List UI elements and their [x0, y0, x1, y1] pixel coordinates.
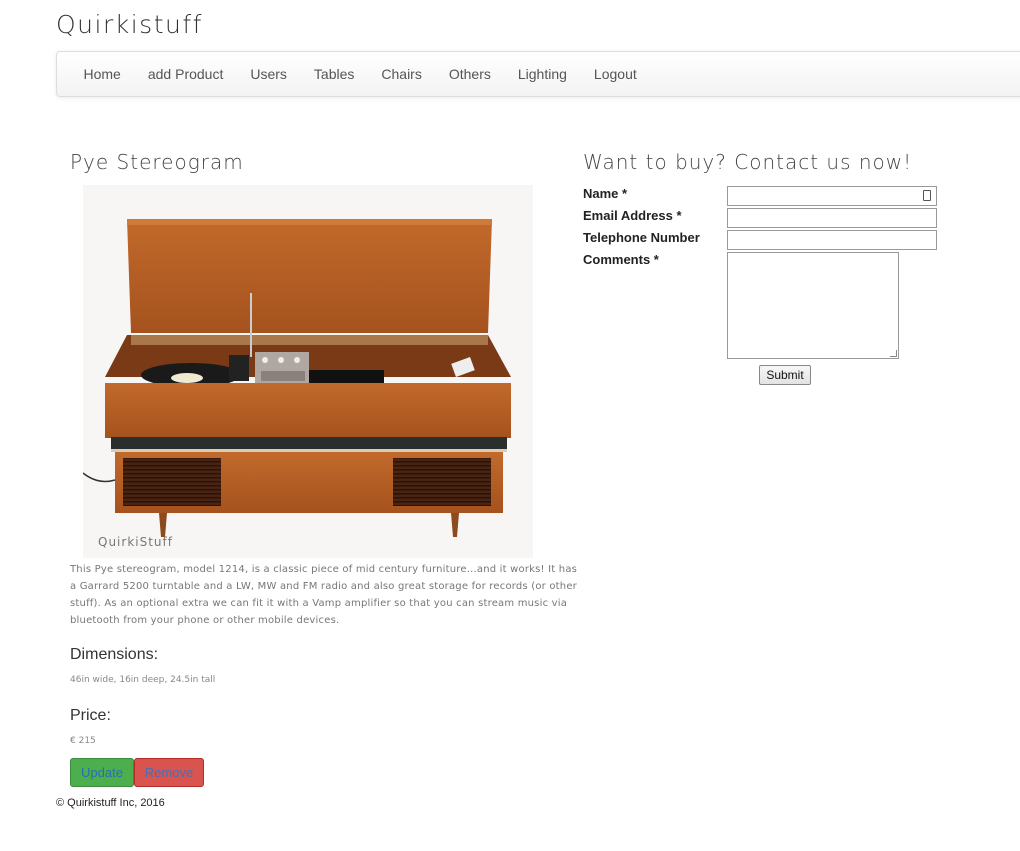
- stereogram-illustration: [83, 185, 533, 558]
- dimensions-heading: Dimensions:: [70, 646, 159, 663]
- nav-chairs[interactable]: Chairs: [368, 66, 435, 82]
- submit-button[interactable]: Submit: [759, 365, 811, 385]
- product-panel: Pye Stereogram QuirkiStuff This Pye ster…: [70, 150, 580, 787]
- product-title: Pye Stereogram: [70, 150, 244, 174]
- update-button[interactable]: Update: [70, 758, 134, 787]
- remove-button[interactable]: Remove: [134, 758, 204, 787]
- dimensions-value: 46in wide, 16in deep, 24.5in tall: [70, 675, 216, 685]
- nav-tables[interactable]: Tables: [300, 66, 367, 82]
- resize-handle-icon[interactable]: [890, 350, 897, 357]
- nav-add-product[interactable]: add Product: [134, 66, 237, 82]
- price-heading: Price:: [70, 707, 111, 724]
- nav-logout[interactable]: Logout: [580, 66, 650, 82]
- contact-form: Want to buy? Contact us now! Name * Emai…: [583, 150, 1013, 385]
- contact-title: Want to buy? Contact us now!: [583, 150, 913, 174]
- image-watermark: QuirkiStuff: [98, 535, 173, 549]
- product-image: QuirkiStuff: [83, 185, 533, 558]
- site-brand[interactable]: Quirkistuff: [56, 10, 203, 39]
- email-field[interactable]: [727, 208, 937, 228]
- product-description: This Pye stereogram, model 1214, is a cl…: [70, 564, 578, 626]
- nav-home[interactable]: Home: [70, 66, 134, 82]
- navbar: Home add Product Users Tables Chairs Oth…: [56, 51, 1020, 97]
- email-label: Email Address *: [583, 208, 682, 223]
- nav-others[interactable]: Others: [435, 66, 504, 82]
- price-value: € 215: [70, 736, 96, 746]
- phone-label: Telephone Number: [583, 230, 700, 245]
- contact-card-icon[interactable]: [923, 190, 931, 201]
- footer-copyright: © Quirkistuff Inc, 2016: [56, 797, 165, 809]
- name-label: Name *: [583, 186, 628, 201]
- phone-field[interactable]: [727, 230, 937, 250]
- name-field[interactable]: [727, 186, 937, 206]
- nav-lighting[interactable]: Lighting: [504, 66, 580, 82]
- comments-textarea[interactable]: [727, 252, 899, 359]
- nav-users[interactable]: Users: [237, 66, 301, 82]
- comments-label: Comments *: [583, 252, 659, 267]
